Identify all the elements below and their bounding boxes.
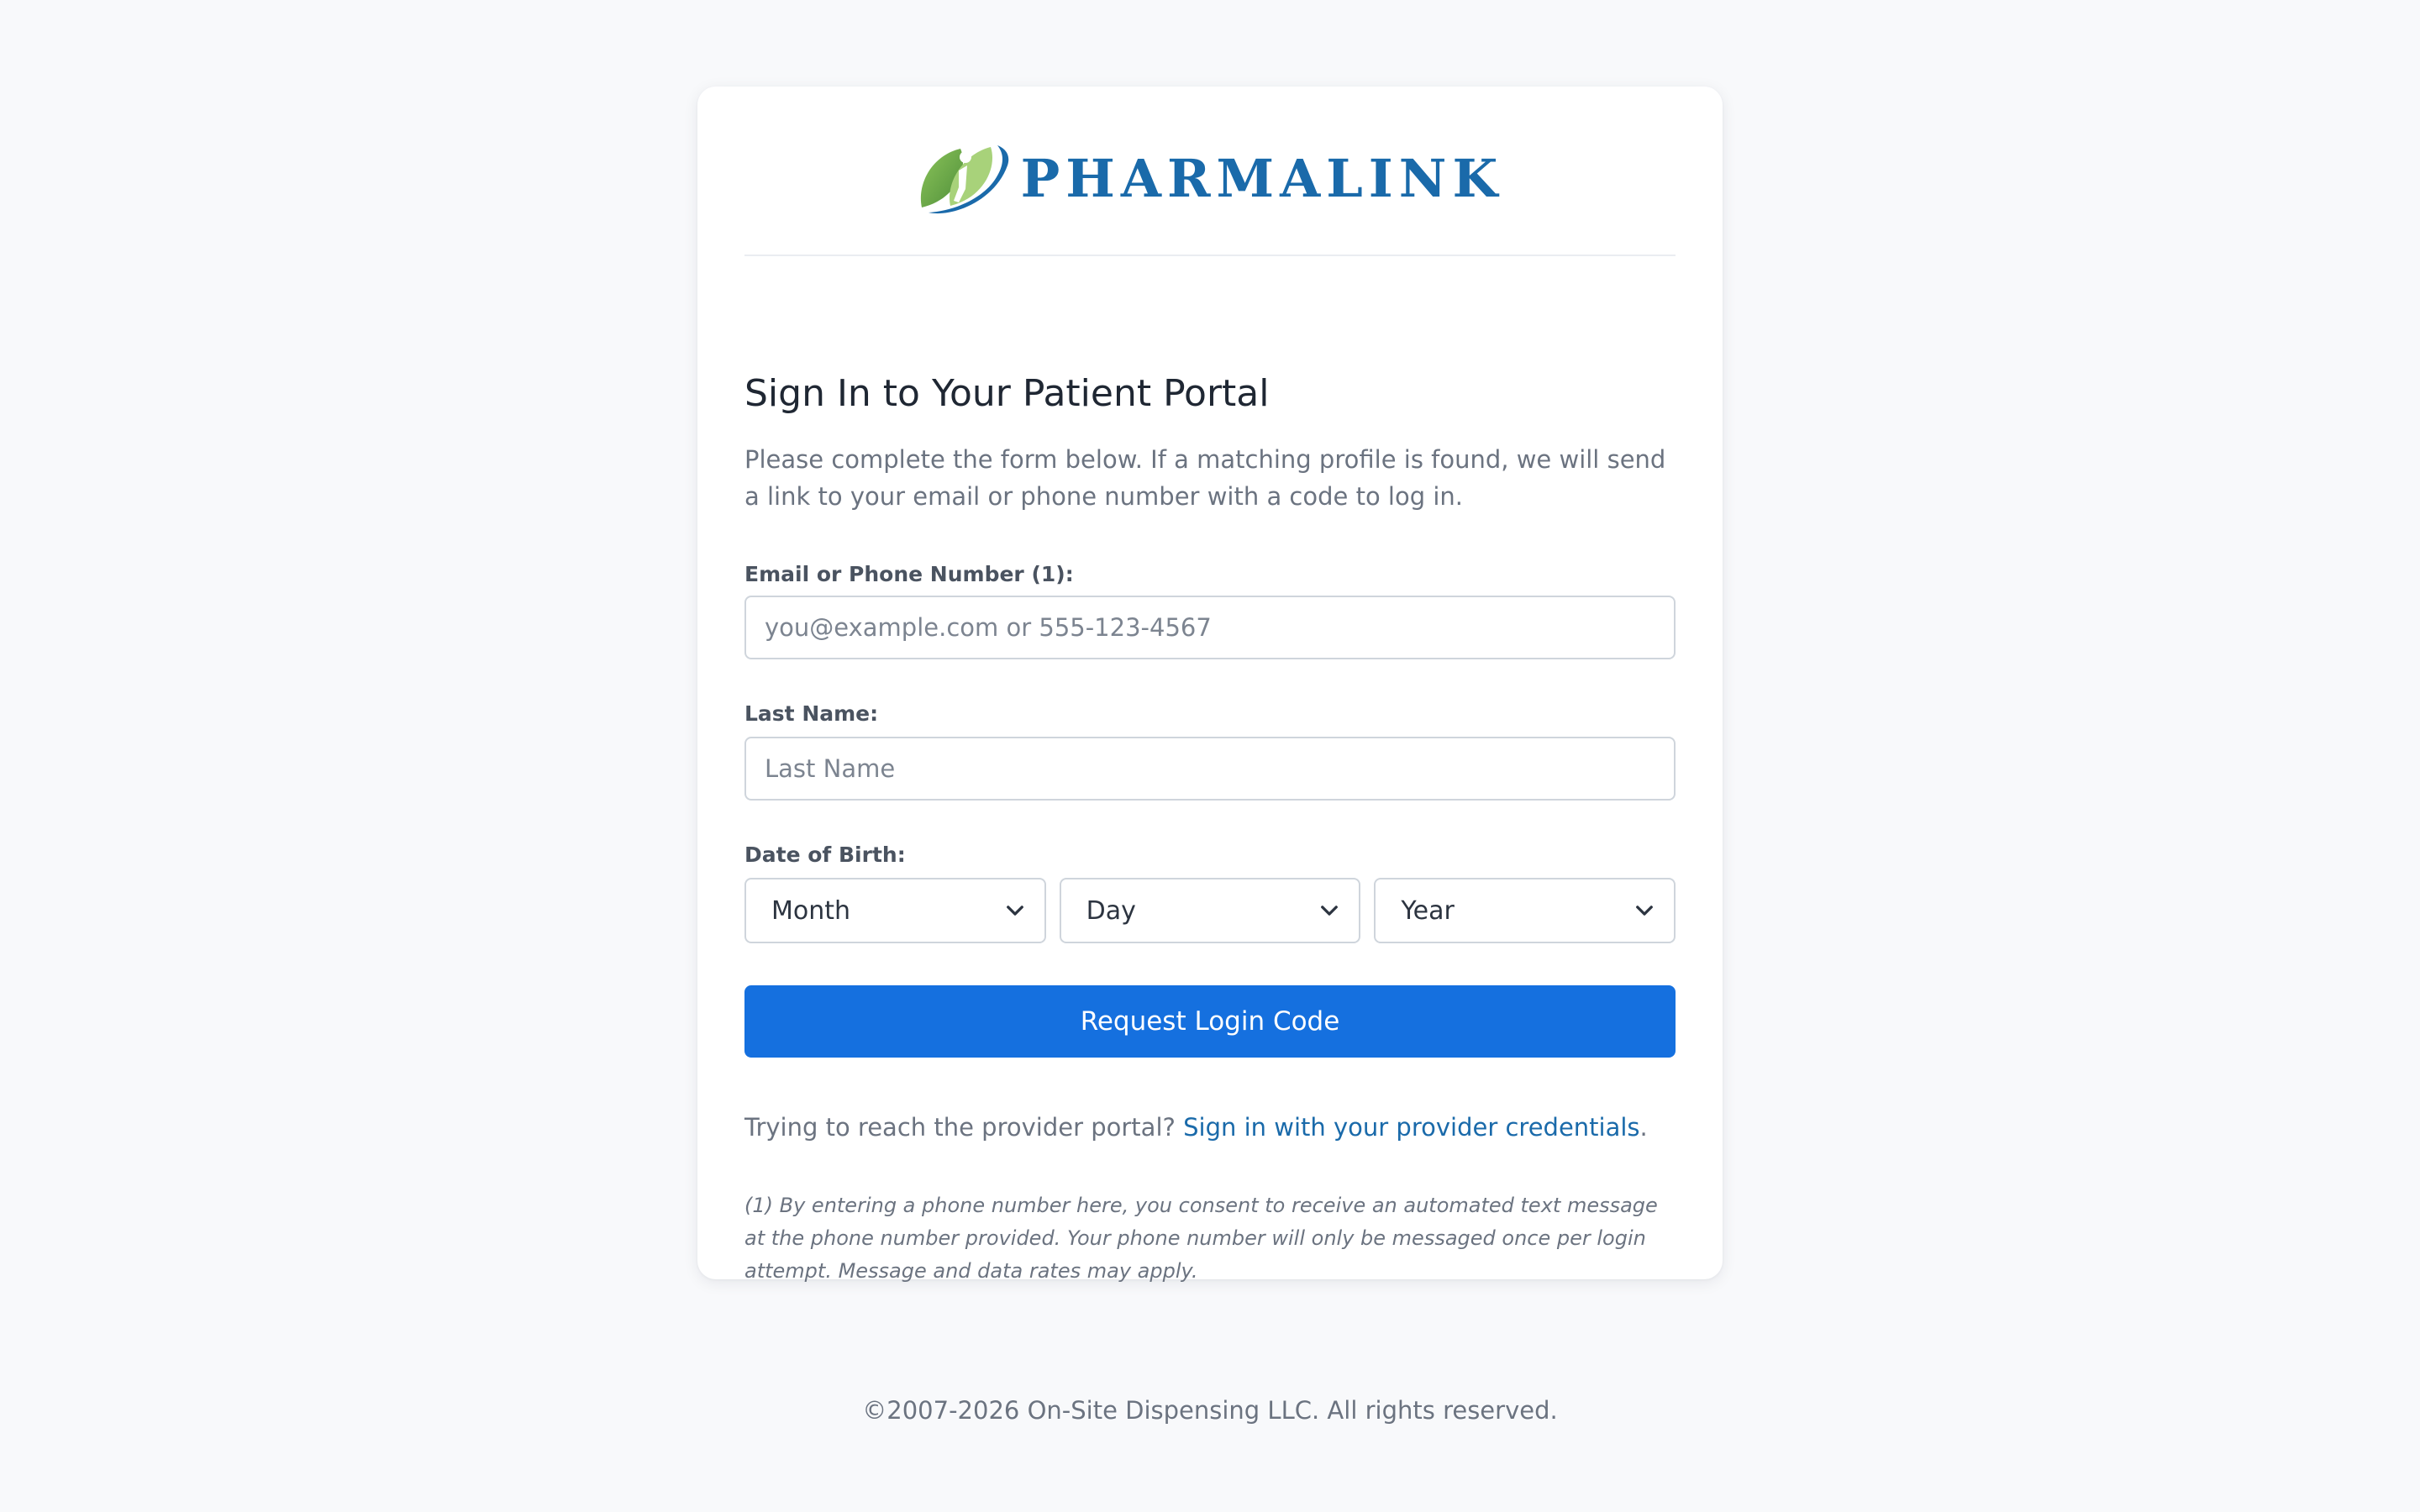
provider-signin-link[interactable]: Sign in with your provider credentials	[1183, 1113, 1639, 1142]
brand-name: PHARMALINK	[1020, 148, 1504, 209]
consent-footnote: (1) By entering a phone number here, you…	[744, 1194, 1658, 1283]
provider-prompt: Trying to reach the provider portal?	[744, 1113, 1184, 1142]
copyright-text: ©2007-2026 On-Site Dispensing LLC. All r…	[862, 1396, 1558, 1425]
last-name-input[interactable]	[744, 737, 1676, 801]
email-or-phone-input[interactable]	[744, 596, 1676, 659]
chevron-down-icon	[1006, 906, 1023, 916]
chevron-down-icon	[1636, 906, 1653, 916]
dob-label: Date of Birth:	[744, 843, 906, 867]
dob-day-value: Day	[1086, 895, 1136, 926]
provider-suffix: .	[1639, 1113, 1648, 1142]
contact-label: Email or Phone Number (1):	[744, 562, 1074, 586]
dob-year-select[interactable]: Year	[1374, 878, 1676, 943]
page-title: Sign In to Your Patient Portal	[744, 372, 1270, 415]
page-footer: ©2007-2026 On-Site Dispensing LLC. All r…	[0, 1396, 2420, 1425]
dob-month-select[interactable]: Month	[744, 878, 1046, 943]
dob-day-select[interactable]: Day	[1059, 878, 1361, 943]
brand-logo: PHARMALINK	[744, 134, 1676, 218]
header-divider	[744, 255, 1676, 256]
sign-in-card: PHARMALINK Sign In to Your Patient Porta…	[697, 87, 1723, 1283]
dob-year-value: Year	[1401, 895, 1455, 926]
dob-month-value: Month	[771, 895, 851, 926]
pharmalink-logo-icon	[920, 145, 1008, 214]
request-login-code-button[interactable]: Request Login Code	[744, 985, 1676, 1058]
dob-selects: Month Day Year	[744, 878, 1676, 943]
intro-text: Please complete the form below. If a mat…	[744, 445, 1666, 511]
provider-portal-text: Trying to reach the provider portal? Sig…	[744, 1113, 1676, 1142]
chevron-down-icon	[1321, 906, 1339, 916]
last-name-label: Last Name:	[744, 701, 879, 726]
